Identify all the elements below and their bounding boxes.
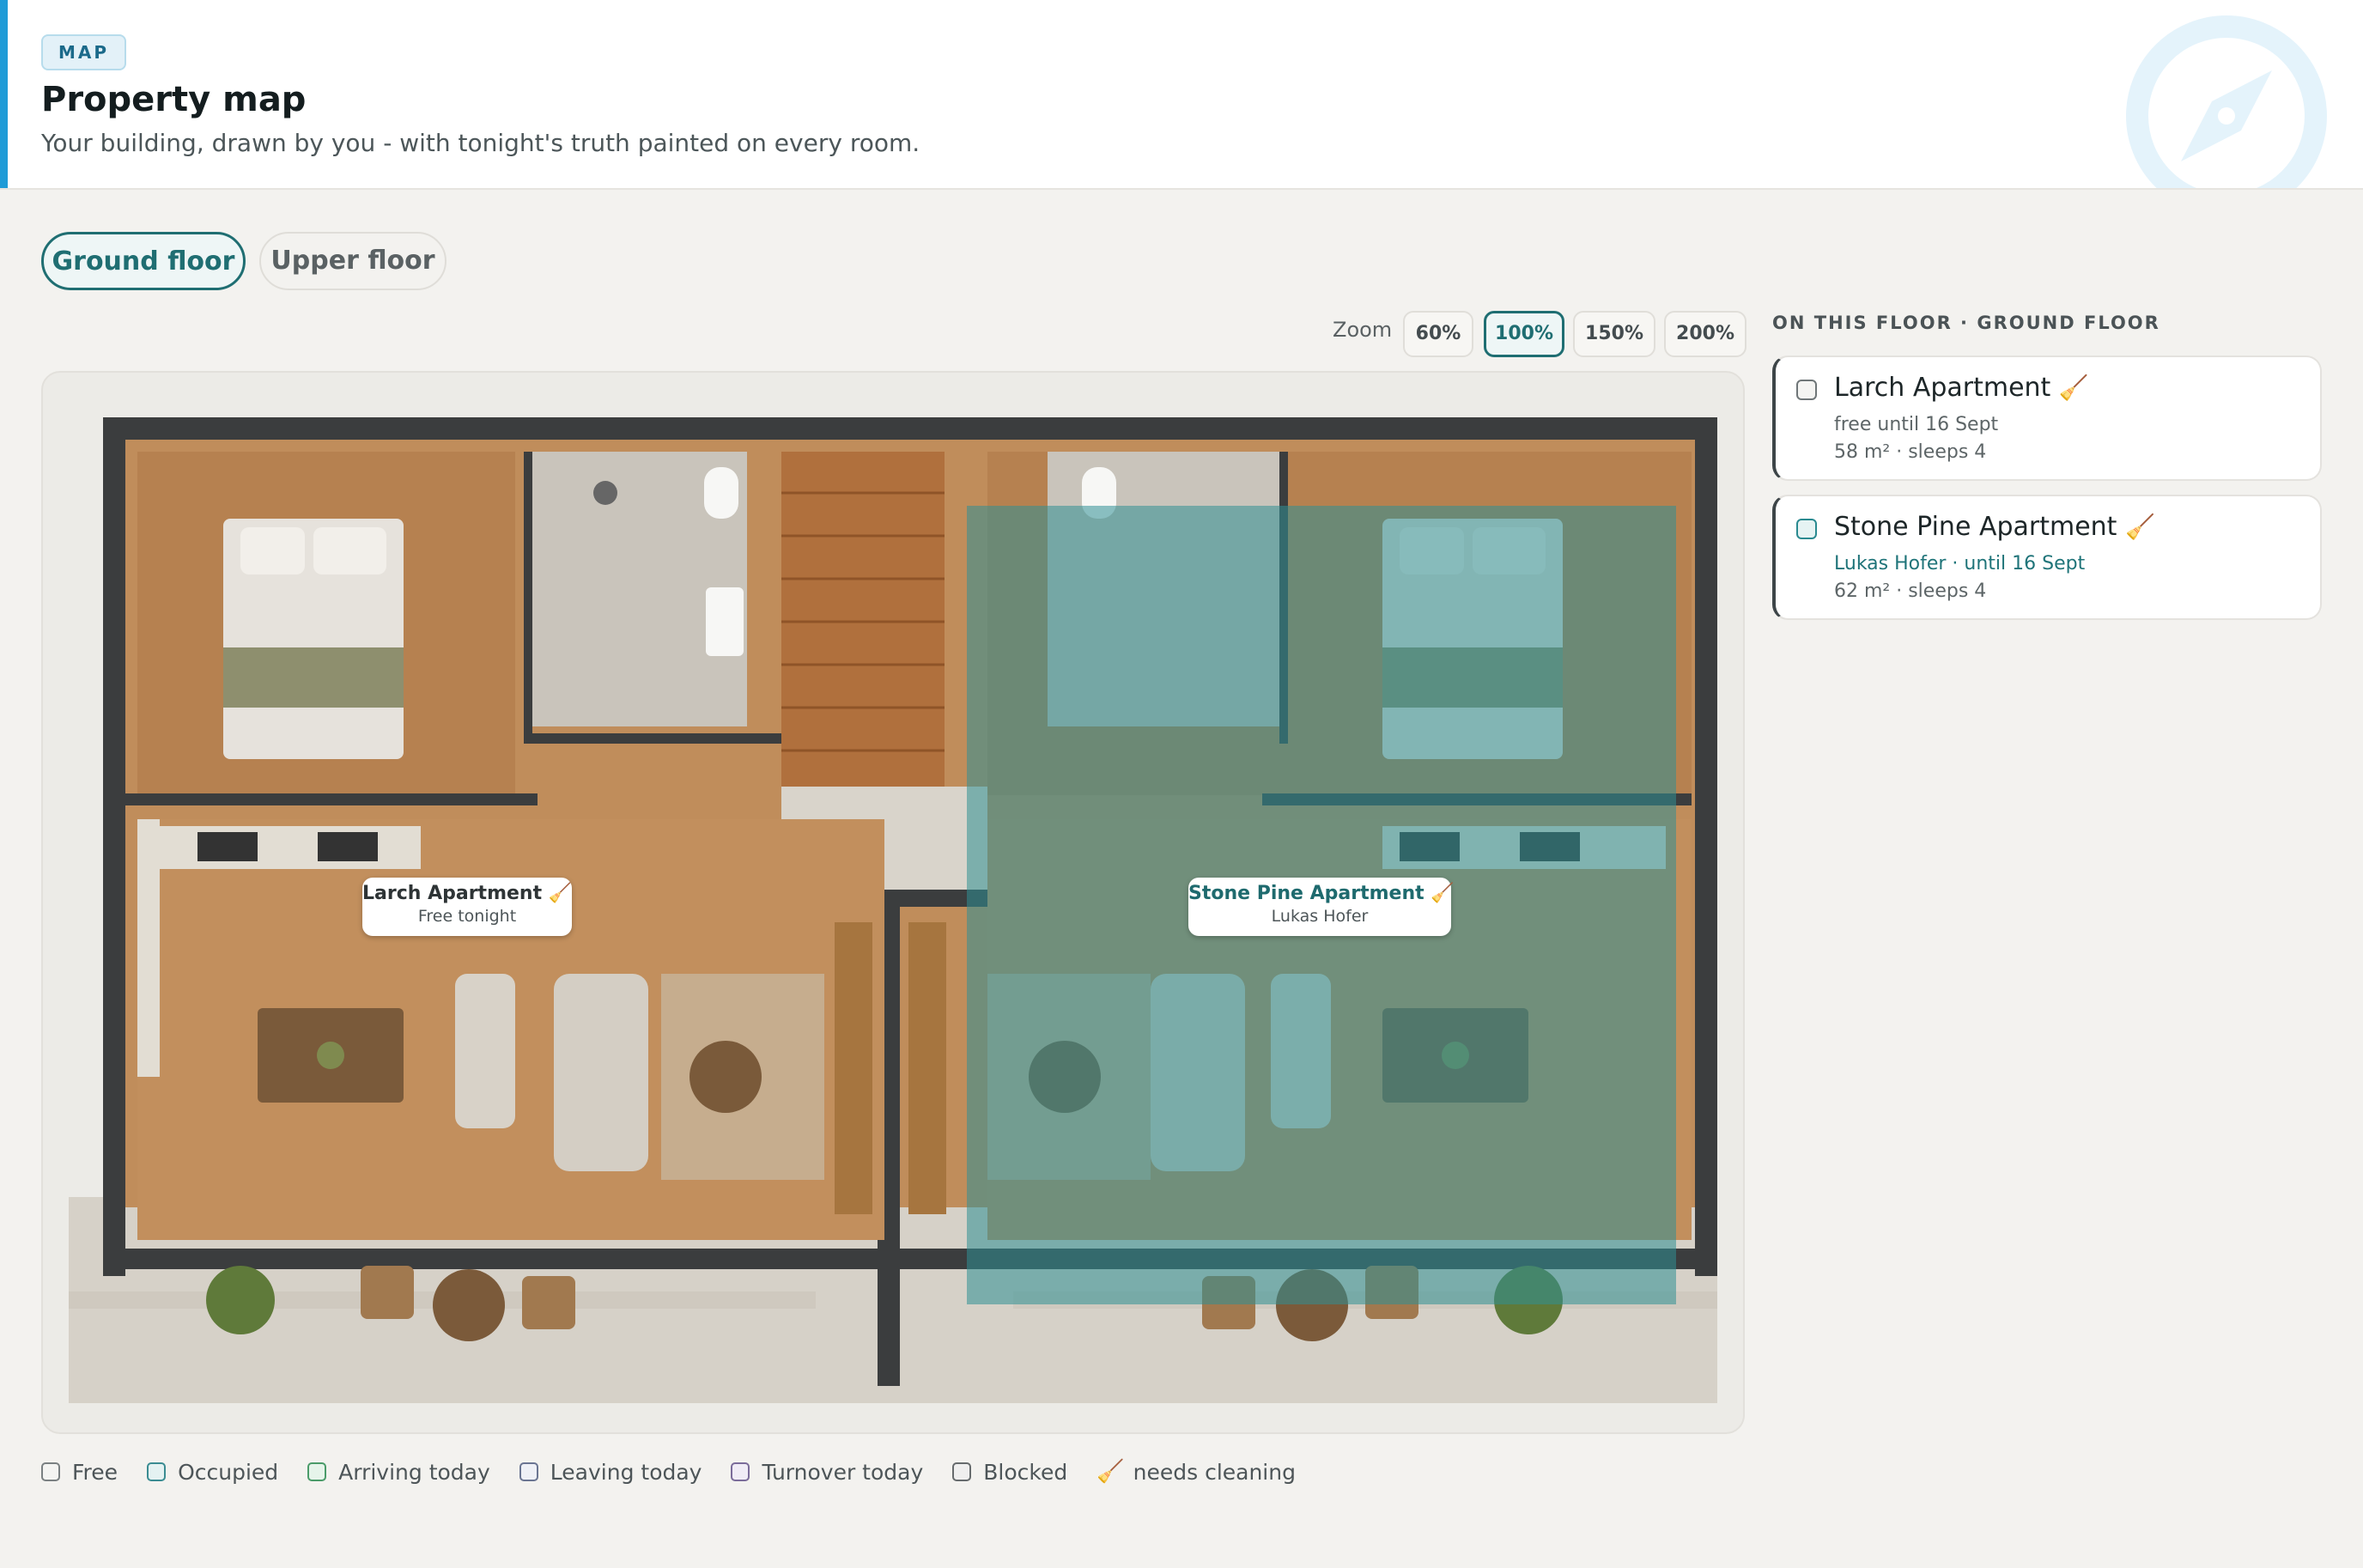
map-label-stone-pine[interactable]: Stone Pine Apartment 🧹 Lukas Hofer xyxy=(1188,878,1455,936)
floor-units-heading: ON THIS FLOOR · GROUND FLOOR xyxy=(1772,313,2160,333)
compass-icon xyxy=(2126,15,2327,188)
zoom-100-button[interactable]: 100% xyxy=(1484,311,1564,357)
tab-ground-floor[interactable]: Ground floor xyxy=(41,232,246,290)
unit-card-stone-pine[interactable]: Stone Pine Apartment 🧹 Lukas Hofer · unt… xyxy=(1772,495,2322,620)
broom-icon: 🧹 xyxy=(1096,1459,1125,1485)
page-title: Property map xyxy=(41,80,307,119)
legend-swatch xyxy=(731,1462,750,1481)
zoom-200-button[interactable]: 200% xyxy=(1664,311,1746,357)
legend-free: Free xyxy=(41,1460,118,1485)
legend-needs-cleaning: 🧹 needs cleaning xyxy=(1096,1459,1296,1485)
legend-swatch xyxy=(519,1462,538,1481)
floor-plan-drawing xyxy=(69,417,1717,1403)
legend-turnover: Turnover today xyxy=(731,1460,923,1485)
status-swatch-free xyxy=(1796,380,1817,400)
status-swatch-occupied xyxy=(1796,519,1817,539)
broom-icon: 🧹 xyxy=(2125,513,2155,541)
unit-status: Lukas Hofer · until 16 Sept xyxy=(1834,553,2086,574)
page-header: MAP Property map Your building, drawn by… xyxy=(0,0,2363,190)
page-subtitle: Your building, drawn by you - with tonig… xyxy=(41,129,920,157)
broom-icon: 🧹 xyxy=(548,883,573,904)
unit-name: Larch Apartment xyxy=(1834,373,2051,403)
legend-swatch xyxy=(41,1462,60,1481)
status-legend: Free Occupied Arriving today Leaving tod… xyxy=(41,1455,1325,1489)
floor-plan-map[interactable]: Larch Apartment 🧹 Free tonight Stone Pin… xyxy=(41,371,1745,1434)
zoom-150-button[interactable]: 150% xyxy=(1573,311,1655,357)
broom-icon: 🧹 xyxy=(1431,883,1455,904)
legend-arriving: Arriving today xyxy=(307,1460,490,1485)
legend-leaving: Leaving today xyxy=(519,1460,702,1485)
unit-card-larch[interactable]: Larch Apartment 🧹 free until 16 Sept 58 … xyxy=(1772,356,2322,481)
zoom-label: Zoom xyxy=(1333,318,1393,342)
unit-details: 58 m² · sleeps 4 xyxy=(1834,441,1987,463)
legend-swatch xyxy=(147,1462,167,1481)
zoom-60-button[interactable]: 60% xyxy=(1403,311,1473,357)
unit-status: free until 16 Sept xyxy=(1834,414,1999,435)
legend-occupied: Occupied xyxy=(147,1460,278,1485)
staircase xyxy=(781,452,945,787)
legend-swatch xyxy=(307,1462,327,1481)
tab-upper-floor[interactable]: Upper floor xyxy=(259,232,446,290)
map-label-larch[interactable]: Larch Apartment 🧹 Free tonight xyxy=(362,878,572,936)
section-badge: MAP xyxy=(41,34,127,70)
legend-swatch xyxy=(952,1462,972,1481)
legend-blocked: Blocked xyxy=(952,1460,1067,1485)
unit-details: 62 m² · sleeps 4 xyxy=(1834,580,1987,602)
header-accent-bar xyxy=(0,0,8,188)
broom-icon: 🧹 xyxy=(2058,374,2089,402)
unit-name: Stone Pine Apartment xyxy=(1834,512,2117,542)
